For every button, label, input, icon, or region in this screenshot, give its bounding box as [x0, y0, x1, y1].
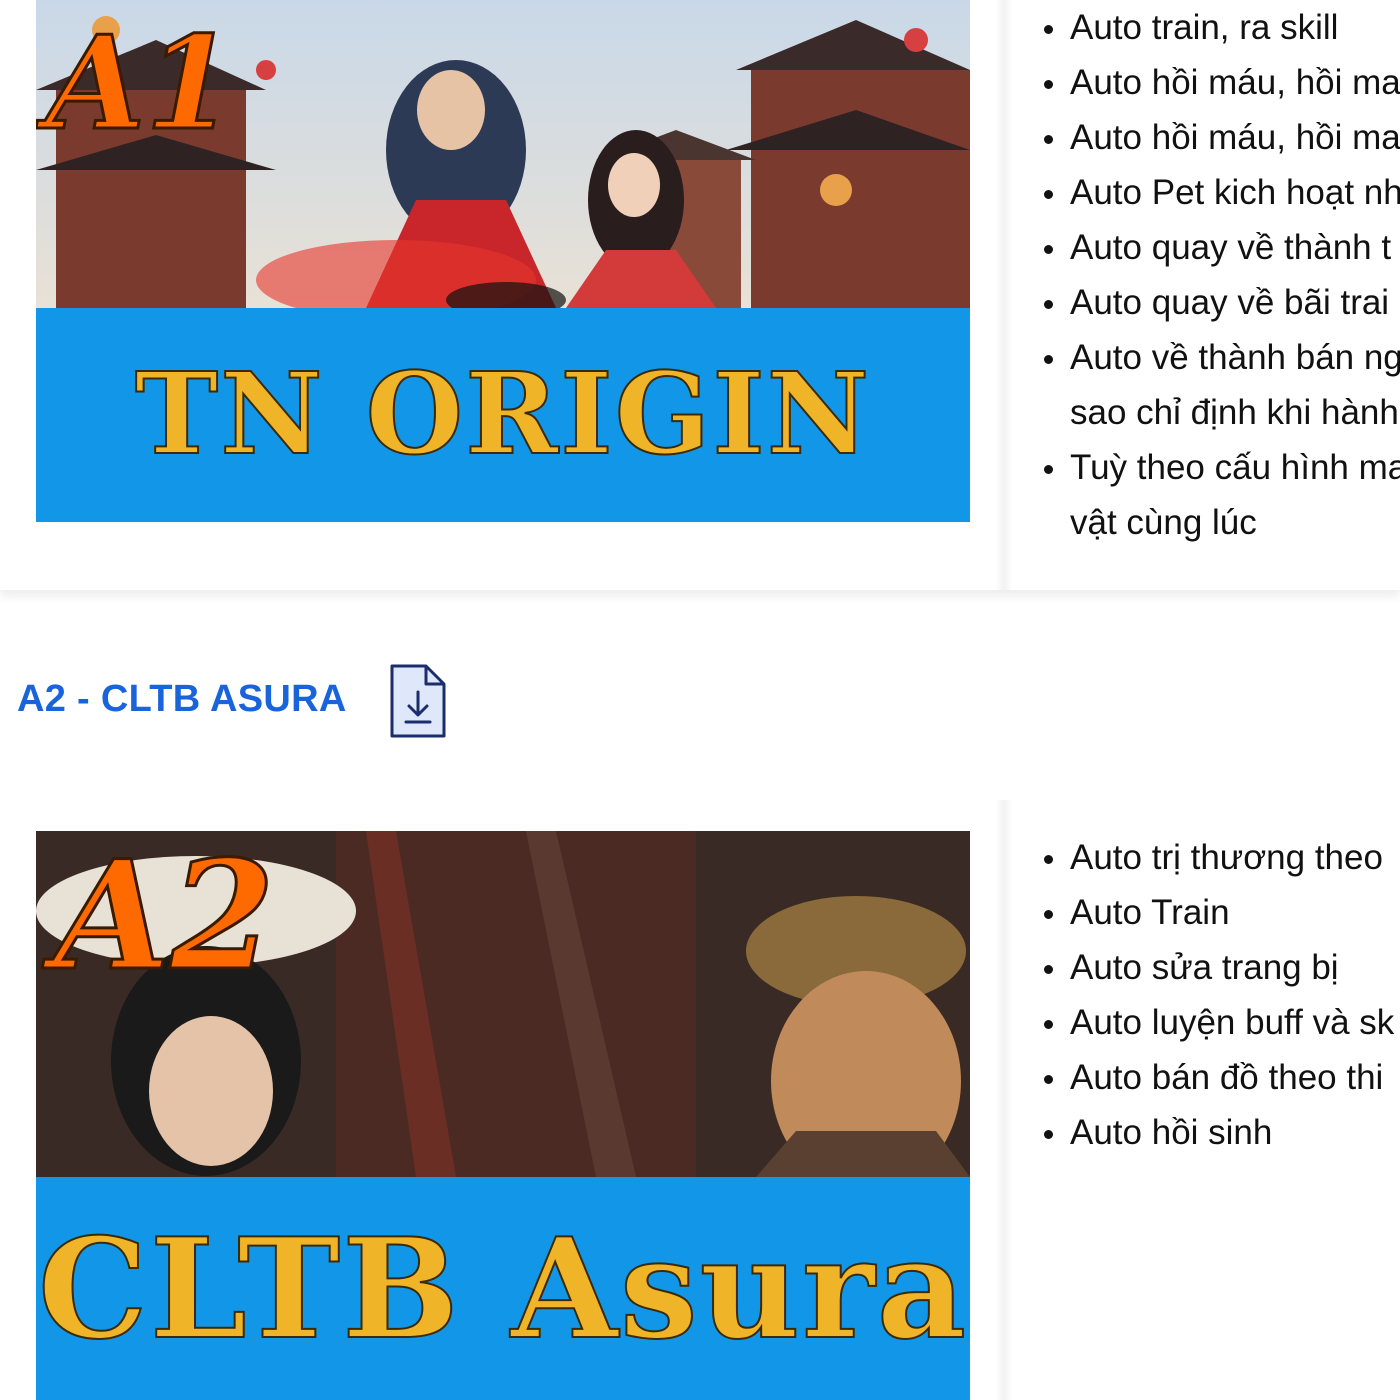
list-item-continuation: vật cùng lúc [1040, 495, 1400, 550]
list-item-continuation: sao chỉ định khi hành [1040, 385, 1400, 440]
list-item: Auto sửa trang bị [1040, 940, 1400, 995]
list-item: Auto luyện buff và sk [1040, 995, 1400, 1050]
banner-badge: A1 [44, 9, 235, 159]
banner-title: TN ORIGIN [134, 349, 872, 480]
feature-list-a1: Auto train, ra skill Auto hồi máu, hồi m… [1040, 0, 1400, 550]
list-item: Auto bán đồ theo thi [1040, 1050, 1400, 1105]
game-banner-a2[interactable]: A2 CLTB Asura [36, 831, 970, 1400]
list-item: Auto Pet kich hoạt nh [1040, 165, 1400, 220]
banner-badge: A2 [53, 831, 277, 1004]
list-item-continuation-text: vật cùng lúc [1070, 503, 1257, 542]
list-item: Tuỳ theo cấu hình ma [1040, 440, 1400, 495]
list-item: Auto về thành bán ng [1040, 330, 1400, 385]
banner-title-strip: TN ORIGIN [36, 308, 970, 522]
card-divider [995, 0, 1013, 590]
list-item: Auto hồi máu, hồi ma [1040, 55, 1400, 110]
game-banner-a1[interactable]: A1 TN ORIGIN [36, 0, 970, 522]
list-item: Auto quay về thành t [1040, 220, 1400, 275]
list-item: Auto hồi máu, hồi ma [1040, 110, 1400, 165]
list-item: Auto hồi sinh [1040, 1105, 1400, 1160]
section-title-a2[interactable]: A2 - CLTB ASURA [17, 678, 347, 721]
list-item: Auto Train [1040, 885, 1400, 940]
banner-title-strip: CLTB Asura [36, 1177, 970, 1400]
card-divider [995, 800, 1013, 1400]
game-card-a1: A1 TN ORIGIN Auto train, ra skill Auto h… [0, 0, 1400, 590]
download-file-icon[interactable] [388, 662, 448, 740]
list-item: Auto train, ra skill [1040, 0, 1400, 55]
list-item: Auto quay về bãi trai [1040, 275, 1400, 330]
banner-title: CLTB Asura [37, 1206, 969, 1370]
list-item: Auto trị thương theo [1040, 830, 1400, 885]
feature-list-a2: Auto trị thương theo Auto Train Auto sửa… [1040, 830, 1400, 1160]
list-item-continuation-text: sao chỉ định khi hành [1070, 393, 1399, 432]
